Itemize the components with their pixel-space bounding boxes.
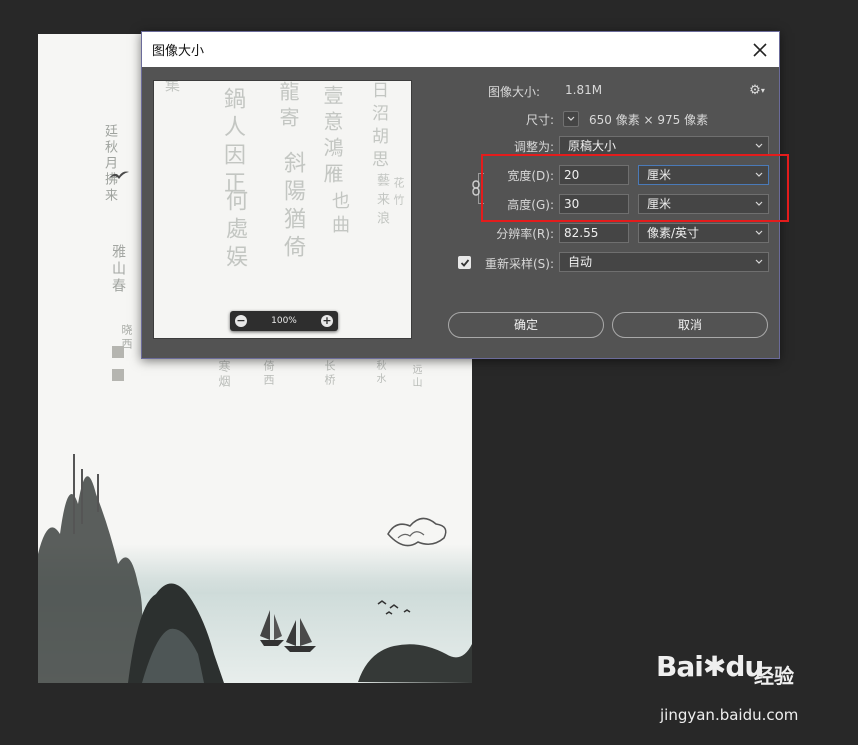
close-button[interactable] [747,37,773,63]
resolution-unit-dropdown[interactable]: 像素/英寸 [638,223,769,243]
gear-button[interactable]: ⚙ ▾ [746,82,768,98]
ink-bird-illustration [109,171,129,179]
preview-calligraphy: 藝来浪 [374,173,389,230]
preview-calligraphy: 集 [163,80,181,98]
cancel-button[interactable]: 取消 [612,312,768,338]
image-size-dialog: 图像大小 集 鍋人因正 何處娱 龍寄 斜陽猶倚 壹意鴻雁 也曲 日沼胡思 藝来浪… [141,31,780,359]
preview-calligraphy: 鍋人因正 [220,87,245,199]
image-size-label: 图像大小: [487,85,540,99]
calligraphy-decoration: 秋水 [374,360,385,386]
calligraphy-decoration: 倚西 [262,360,275,388]
paw-icon: ✱ [702,650,726,683]
resample-checkbox[interactable] [458,256,471,269]
width-input[interactable] [559,165,629,185]
checkmark-icon [460,258,469,267]
fit-to-dropdown[interactable]: 原稿大小 [559,136,769,156]
minus-circle-icon[interactable]: − [235,315,247,327]
gear-icon: ⚙ [749,82,761,98]
image-preview[interactable]: 集 鍋人因正 何處娱 龍寄 斜陽猶倚 壹意鴻雁 也曲 日沼胡思 藝来浪 花竹 −… [153,80,412,339]
dialog-title: 图像大小 [152,44,205,59]
preview-calligraphy: 龍寄 [276,81,300,133]
preview-calligraphy: 何處娱 [222,189,247,273]
watermark-url: jingyan.baidu.com [660,706,799,724]
calligraphy-decoration: 雅山春 [110,244,126,295]
chevron-down-icon [755,230,763,235]
photoshop-workspace: 廷秋月拂来 雅山春 晓西 寒烟 倚西 长桥 秋水 远山 图像大小 集 鍋人因正 … [0,0,858,745]
baidu-jingyan-watermark: Bai✱du 经验 jingyan.baidu.com [656,650,816,730]
chevron-down-icon [755,172,763,177]
watermark-brand-text: 经验 [754,664,794,688]
dialog-titlebar[interactable]: 图像大小 [142,32,779,67]
seal-stamp [112,369,124,381]
close-icon [753,43,767,57]
dimensions-value: 650 像素 × 975 像素 [589,113,709,127]
watermark-logo: Bai✱du [656,650,764,683]
resolution-label: 分辨率(R): [496,227,554,241]
resolution-input[interactable] [559,223,629,243]
preview-zoom-bar: − 100% + [230,311,338,331]
height-unit-value: 厘米 [647,197,672,211]
fit-to-label: 调整为: [513,140,554,154]
preview-calligraphy: 壹意鴻雁 [320,85,344,189]
calligraphy-decoration: 廷秋月拂来 [102,124,117,204]
height-label: 高度(G): [507,198,554,212]
resample-value: 自动 [568,255,593,269]
preview-calligraphy: 日沼胡思 [368,81,388,173]
image-size-value: 1.81M [565,83,603,97]
preview-calligraphy: 斜陽猶倚 [280,151,305,263]
chevron-down-icon [567,116,575,121]
calligraphy-decoration: 远山 [410,364,421,390]
resolution-unit-value: 像素/英寸 [647,226,700,240]
height-unit-dropdown[interactable]: 厘米 [638,194,769,214]
calligraphy-decoration: 寒烟 [217,360,231,390]
ink-landscape-illustration [38,454,472,683]
fit-to-value: 原稿大小 [568,139,617,153]
dimensions-label: 尺寸: [525,113,554,127]
dimensions-unit-dropdown[interactable] [563,111,579,127]
height-input[interactable] [559,194,629,214]
preview-calligraphy: 花竹 [392,177,405,211]
width-unit-dropdown[interactable]: 厘米 [638,165,769,185]
resample-dropdown[interactable]: 自动 [559,252,769,272]
width-unit-value: 厘米 [647,168,672,182]
chevron-down-icon [755,259,763,264]
seal-stamp [112,346,124,358]
width-label: 宽度(D): [507,169,554,183]
preview-calligraphy: 也曲 [329,191,350,239]
chevron-down-icon [755,143,763,148]
calligraphy-decoration: 长桥 [323,360,336,388]
plus-circle-icon[interactable]: + [320,315,333,327]
watermark-logo-text: Bai [656,650,704,683]
resample-label: 重新采样(S): [484,257,554,271]
chevron-down-icon [755,201,763,206]
preview-zoom-level: 100% [271,316,297,326]
ok-button[interactable]: 确定 [448,312,604,338]
